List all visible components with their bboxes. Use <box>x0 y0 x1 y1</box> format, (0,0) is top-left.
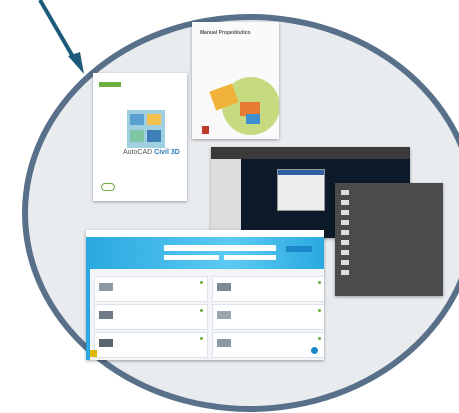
layer-swatch-icon <box>341 230 349 235</box>
publisher-logo-icon <box>202 126 209 134</box>
layer-row <box>341 229 427 236</box>
card-thumbnail <box>217 339 231 347</box>
card-thumbnail <box>217 311 231 319</box>
cover-art <box>127 110 165 148</box>
layer-row <box>341 249 427 256</box>
filter-select <box>224 255 276 260</box>
card-thumbnail <box>99 311 113 319</box>
status-dot-icon <box>200 337 203 340</box>
result-card <box>212 276 324 302</box>
layer-row <box>341 239 427 246</box>
doc-brand: AutoCAD Civil 3D <box>123 149 180 156</box>
web-app-thumbnail <box>86 230 324 360</box>
autocad-manual-thumbnail: AutoCAD Civil 3D <box>93 73 187 201</box>
layer-swatch-icon <box>341 240 349 245</box>
layer-swatch-icon <box>341 260 349 265</box>
result-card <box>94 304 208 330</box>
search-button <box>286 246 312 252</box>
brand-suffix: Civil 3D <box>154 149 180 156</box>
layer-row <box>341 219 427 226</box>
doc-logo-icon <box>99 82 121 87</box>
hero-banner <box>90 237 324 269</box>
card-thumbnail <box>99 283 113 291</box>
collage-frame: AutoCAD Civil 3D Manual Propedêutico <box>0 0 459 413</box>
layer-row <box>341 259 427 266</box>
result-card <box>212 304 324 330</box>
card-thumbnail <box>99 339 113 347</box>
status-dot-icon <box>318 309 321 312</box>
status-dot-icon <box>200 309 203 312</box>
layers-panel-thumbnail <box>335 183 443 296</box>
manual-propedeutico-thumbnail: Manual Propedêutico <box>192 22 279 139</box>
dialog-box <box>277 169 325 211</box>
app-logo-icon <box>90 350 97 357</box>
card-thumbnail <box>217 283 231 291</box>
status-dot-icon <box>318 281 321 284</box>
status-dot-icon <box>200 281 203 284</box>
layer-swatch-icon <box>341 220 349 225</box>
ribbon-toolbar <box>211 147 410 159</box>
layer-row <box>341 189 427 196</box>
layer-row <box>341 269 427 276</box>
layer-row <box>341 209 427 216</box>
brand-prefix: AutoCAD <box>123 149 153 156</box>
cover-shape <box>246 114 260 124</box>
signature-logo-icon <box>101 183 115 191</box>
layer-swatch-icon <box>341 200 349 205</box>
result-card <box>212 332 324 358</box>
layer-swatch-icon <box>341 210 349 215</box>
result-card <box>94 276 208 302</box>
layer-row <box>341 199 427 206</box>
result-card <box>94 332 208 358</box>
toolspace-panel <box>211 159 241 238</box>
layer-swatch-icon <box>341 270 349 275</box>
layer-swatch-icon <box>341 250 349 255</box>
layer-swatch-icon <box>341 190 349 195</box>
chat-button <box>311 347 318 354</box>
search-input <box>164 245 276 251</box>
manual-title: Manual Propedêutico <box>200 30 251 36</box>
app-topbar <box>86 230 324 237</box>
filter-select <box>164 255 219 260</box>
status-dot-icon <box>318 337 321 340</box>
